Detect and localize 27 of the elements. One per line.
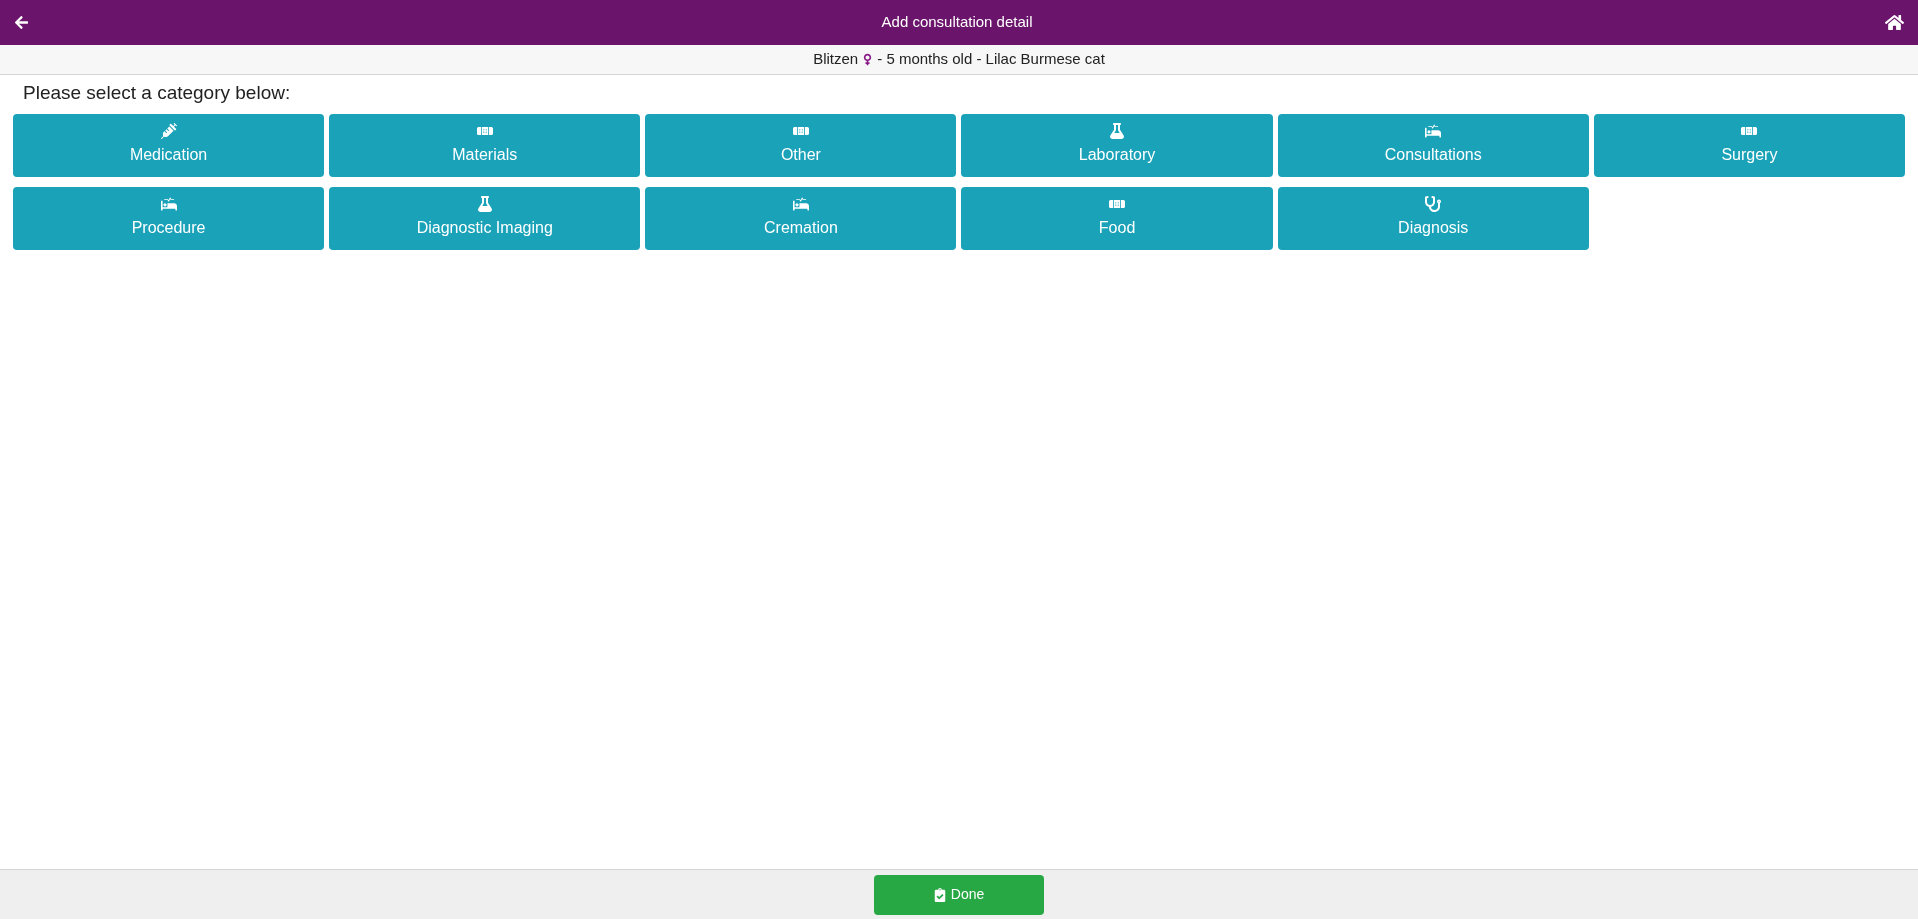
flask-icon (1109, 123, 1126, 139)
female-symbol-icon (862, 53, 874, 66)
category-button[interactable]: Medication (13, 113, 325, 177)
patient-name: Blitzen (813, 49, 859, 70)
category-button[interactable]: Other (645, 113, 957, 177)
flask-icon (476, 196, 493, 212)
category-button[interactable]: Food (961, 186, 1273, 250)
home-icon (1885, 13, 1904, 32)
category-button[interactable]: Cremation (645, 186, 957, 250)
syringe-icon (160, 123, 177, 139)
category-button[interactable]: Materials (329, 113, 641, 177)
category-button[interactable]: Diagnosis (1277, 186, 1589, 250)
category-button[interactable]: Procedure (13, 186, 325, 250)
category-button[interactable]: Laboratory (961, 113, 1273, 177)
clipboard-check-icon (933, 887, 946, 902)
back-arrow-icon (14, 15, 29, 30)
hospital-bed-icon (160, 196, 177, 212)
category-button[interactable]: Surgery (1593, 113, 1905, 177)
hospital-bed-icon (1425, 123, 1442, 139)
category-prompt: Please select a category below: (22, 81, 292, 105)
hospital-bed-icon (792, 196, 809, 212)
category-button[interactable]: Consultations (1277, 113, 1589, 177)
category-button[interactable]: Diagnostic Imaging (329, 186, 641, 250)
patient-details: - 5 months old - Lilac Burmese cat (877, 49, 1105, 70)
page-title: Add consultation detail (881, 12, 1033, 33)
stethoscope-icon (1425, 196, 1442, 212)
done-button[interactable]: Done (874, 874, 1044, 915)
